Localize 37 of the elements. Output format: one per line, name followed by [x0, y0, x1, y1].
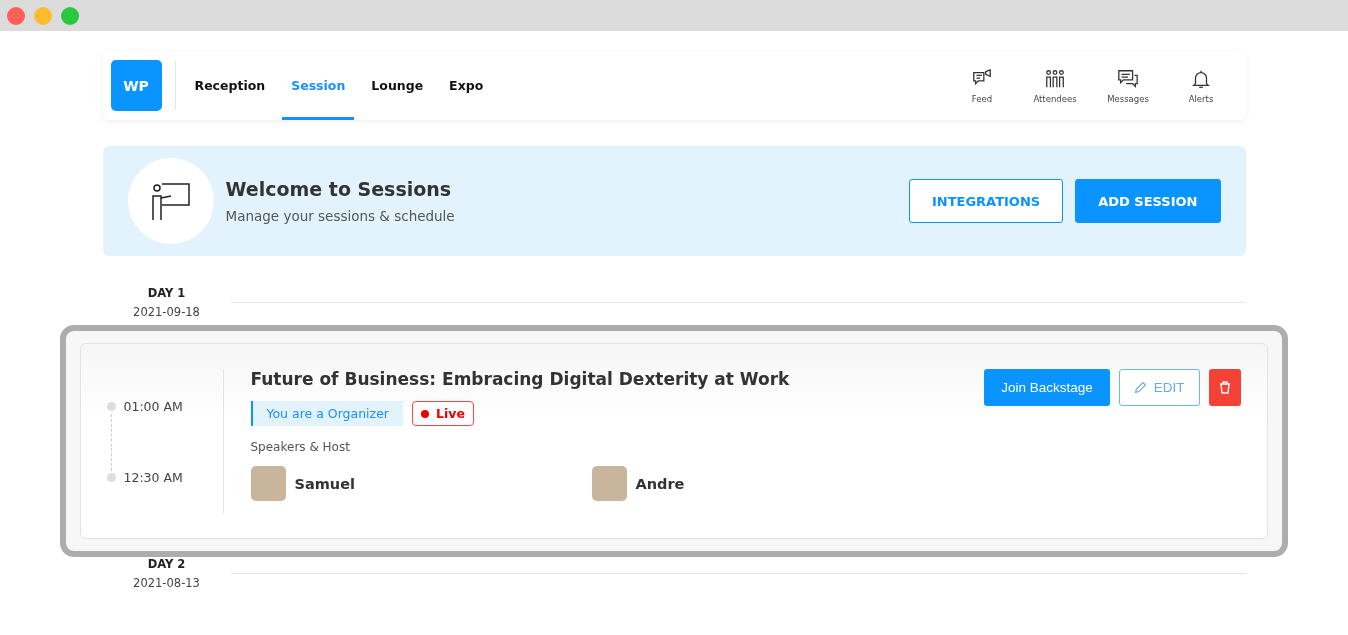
day-label: DAY 2	[146, 557, 187, 571]
nav-tab[interactable]: Lounge	[362, 51, 433, 120]
banner-subtitle: Manage your sessions & schedule	[225, 208, 455, 224]
maximize-window-icon[interactable]	[61, 6, 79, 25]
minimize-window-icon[interactable]	[34, 6, 52, 25]
chat-bubbles-icon	[1117, 67, 1139, 90]
day-date: 2021-09-18	[132, 305, 201, 319]
close-window-icon[interactable]	[7, 6, 25, 25]
end-time: 12:30 AM	[123, 470, 183, 485]
nav-action-button[interactable]: Alerts	[1164, 51, 1238, 120]
banner-title: Welcome to Sessions	[225, 178, 453, 200]
day-date: 2021-08-13	[132, 576, 201, 590]
nav-action-button[interactable]: Messages	[1091, 51, 1165, 120]
nav-tab[interactable]: Expo	[440, 51, 493, 120]
start-time: 01:00 AM	[123, 399, 183, 414]
timeline-dot	[106, 473, 116, 482]
role-tag: You are a Organizer	[250, 401, 403, 426]
nav-action-button[interactable]: Attendees	[1018, 51, 1092, 120]
avatar-placeholder	[591, 466, 627, 501]
session-title: Future of Business: Embracing Digital Dexterity at Work	[250, 369, 791, 389]
people-icon	[1044, 67, 1066, 90]
nav-action-button[interactable]: Feed	[945, 51, 1019, 120]
action-label: Feed	[971, 93, 993, 104]
action-label: Attendees	[1033, 93, 1077, 104]
day-label: DAY 1	[146, 286, 187, 300]
trash-icon	[1218, 381, 1231, 394]
pencil-icon	[1133, 381, 1147, 394]
speaker-name: Samuel	[294, 475, 355, 492]
live-badge: Live	[412, 401, 474, 426]
timeline-dot	[106, 402, 116, 411]
speaker-name: Andre	[635, 475, 685, 492]
action-label: Alerts	[1188, 93, 1214, 104]
speakers-label: Speakers & Host	[250, 440, 351, 454]
delete-button[interactable]	[1208, 369, 1241, 406]
nav-tab[interactable]: Reception	[185, 51, 275, 120]
avatar-placeholder	[250, 466, 286, 501]
action-label: Messages	[1107, 93, 1149, 104]
